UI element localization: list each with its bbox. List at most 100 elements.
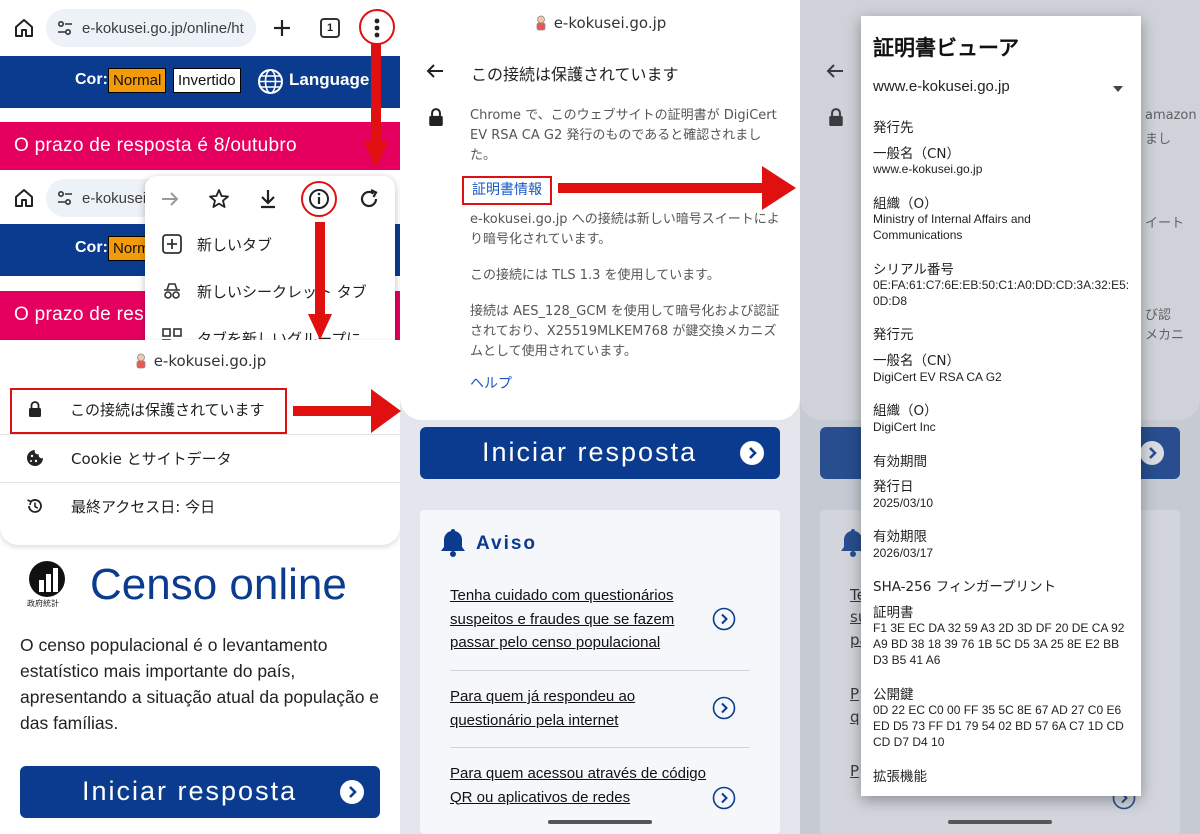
chevron-right-circle-icon[interactable] xyxy=(712,607,736,631)
pubkey-label: 公開鍵 xyxy=(873,687,914,703)
divider xyxy=(450,747,750,748)
arrow-right-circle-icon xyxy=(1140,441,1164,465)
menu-item-label: タブを新しいグループに xyxy=(197,329,362,341)
site-info-host: e-kokusei.go.jp xyxy=(0,352,400,370)
color-label: Cor: xyxy=(75,71,108,88)
notice-link-partial: P xyxy=(850,685,860,703)
certificate-viewer-dialog: 証明書ビューア www.e-kokusei.go.jp 発行先 一般名（CN） … xyxy=(861,16,1141,796)
menu-incognito-tab[interactable]: 新しいシークレット タブ xyxy=(145,269,395,313)
menu-icon-row xyxy=(145,186,395,216)
reload-icon[interactable] xyxy=(356,186,382,212)
globe-icon[interactable] xyxy=(257,68,284,95)
certificate-info-link[interactable]: 証明書情報 xyxy=(462,176,552,205)
dropdown-caret-icon[interactable] xyxy=(1113,86,1123,92)
cookie-label: Cookie とサイトデータ xyxy=(71,449,232,468)
behind-text: イート xyxy=(1145,216,1185,231)
menu-item-label: 新しいシークレット タブ xyxy=(197,282,367,301)
color-inverted-button[interactable]: Invertido xyxy=(173,68,241,93)
panel-certificate-viewer: amazon まし イート び認 メカニ Te su pa P q P 証明書ビ… xyxy=(800,0,1200,834)
lock-icon xyxy=(829,108,843,126)
validity-heading: 有効期間 xyxy=(873,454,927,470)
lock-icon xyxy=(429,108,443,126)
color-label: Cor: xyxy=(75,239,108,256)
tls-text: この接続には TLS 1.3 を使用しています。 xyxy=(470,268,720,283)
annotation-circle xyxy=(359,9,395,45)
cert-fingerprint-value: F1 3E EC DA 32 59 A3 2D 3D DF 20 DE CA 9… xyxy=(873,621,1125,667)
annotation-box xyxy=(10,388,287,434)
chevron-right-circle-icon[interactable] xyxy=(712,696,736,720)
verified-text: Chrome で、このウェブサイトの証明書が DigiCert EV RSA C… xyxy=(470,108,777,163)
chevron-right-circle-icon[interactable] xyxy=(712,786,736,810)
start-response-label: Iniciar resposta xyxy=(482,437,698,467)
issuer-org-value: DigiCert Inc xyxy=(873,420,936,434)
back-arrow-icon[interactable] xyxy=(824,60,846,82)
org-label: 組織（O） xyxy=(873,196,938,212)
notice-link-fraud[interactable]: Tenha cuidado com questionários suspeito… xyxy=(450,584,710,655)
back-arrow-icon[interactable] xyxy=(424,60,446,82)
help-link[interactable]: ヘルプ xyxy=(470,373,512,393)
home-icon[interactable] xyxy=(12,16,36,40)
overflow-menu: 新しいタブ 新しいシークレット タブ タブを新しいグループに xyxy=(145,176,395,340)
start-response-button[interactable]: Iniciar resposta xyxy=(20,766,380,818)
url-text: e-kokusei.go.jp/online/ht xyxy=(82,19,244,37)
issued-on-value: 2025/03/10 xyxy=(873,496,934,510)
panel-connection-details: e-kokusei.go.jp この接続は保護されています Chrome で、こ… xyxy=(400,0,800,834)
new-tab-plus-icon xyxy=(162,234,182,254)
url-text: e-kokusei xyxy=(82,189,147,207)
notice-link-partial: q xyxy=(850,708,860,726)
connection-heading: この接続は保護されています xyxy=(471,65,679,84)
menu-tab-group[interactable]: タブを新しいグループに xyxy=(145,316,395,340)
logo-caption: 政府統計 xyxy=(27,599,59,608)
incognito-icon xyxy=(164,283,180,299)
issued-on-label: 発行日 xyxy=(873,479,914,495)
new-tab-icon[interactable] xyxy=(268,14,296,42)
pubkey-value: 0D 22 EC C0 00 FF 35 5C 8E 67 AD 27 C0 E… xyxy=(873,703,1124,749)
certificate-viewer-title: 証明書ビューア xyxy=(873,36,1020,60)
issuer-org-label: 組織（O） xyxy=(873,403,938,419)
cookie-row[interactable]: Cookie とサイトデータ xyxy=(0,435,400,481)
site-settings-icon[interactable] xyxy=(56,19,74,37)
last-access-row[interactable]: 最終アクセス日: 今日 xyxy=(0,483,400,529)
aes-text: 接続は AES_128_GCM を使用して暗号化および認証されており、X2551… xyxy=(470,304,780,359)
bookmark-star-icon[interactable] xyxy=(206,186,232,212)
certificate-selector[interactable]: www.e-kokusei.go.jp xyxy=(873,78,1010,95)
bell-icon xyxy=(441,529,465,557)
start-response-label: Iniciar resposta xyxy=(82,776,298,806)
color-normal-button[interactable]: Normal xyxy=(108,68,167,93)
org-value: Ministry of Internal Affairs and Communi… xyxy=(873,212,1031,242)
divider xyxy=(450,670,750,671)
notice-title: Aviso xyxy=(476,533,538,554)
notice-link-answered[interactable]: Para quem já respondeu ao questionário p… xyxy=(450,685,710,732)
site-favicon-icon xyxy=(536,15,546,31)
behind-text: まし xyxy=(1145,132,1172,147)
page-title: Censo online xyxy=(90,560,347,609)
download-icon[interactable] xyxy=(255,186,281,212)
connection-detail-sheet: e-kokusei.go.jp この接続は保護されています Chrome で、こ… xyxy=(400,0,800,420)
start-response-button[interactable]: Iniciar resposta xyxy=(420,427,780,479)
browser-toolbar: e-kokusei.go.jp/online/ht 1 xyxy=(0,0,400,56)
tab-group-icon xyxy=(162,328,182,340)
behind-text: び認 xyxy=(1145,308,1172,323)
issuer-cn-value: DigiCert EV RSA CA G2 xyxy=(873,370,1002,384)
nav-gesture-bar xyxy=(948,820,1052,824)
menu-new-tab[interactable]: 新しいタブ xyxy=(145,222,395,266)
tab-switcher-button[interactable]: 1 xyxy=(320,18,340,38)
annotation-arrow-down xyxy=(308,222,332,340)
forward-icon[interactable] xyxy=(157,186,183,212)
arrow-right-circle-icon xyxy=(740,441,764,465)
issued-by-heading: 発行元 xyxy=(873,327,914,343)
notice-link-qr[interactable]: Para quem acessou através de código QR o… xyxy=(450,762,710,809)
behind-text: amazon xyxy=(1145,108,1197,123)
behind-text: メカニ xyxy=(1145,328,1185,343)
serial-value: 0E:FA:61:C7:6E:EB:50:C1:A0:DD:CD:3A:32:E… xyxy=(873,278,1130,308)
site-settings-icon[interactable] xyxy=(56,189,74,207)
annotation-circle xyxy=(301,181,337,217)
issued-to-heading: 発行先 xyxy=(873,120,914,136)
notice-link-partial: P xyxy=(850,762,860,780)
home-icon[interactable] xyxy=(12,186,36,210)
expires-value: 2026/03/17 xyxy=(873,546,934,560)
site-header: Cor: Normal Invertido Language xyxy=(0,56,400,108)
address-bar[interactable]: e-kokusei.go.jp/online/ht xyxy=(46,9,256,47)
language-button[interactable]: Language xyxy=(289,70,369,90)
extensions-label: 拡張機能 xyxy=(873,769,927,785)
